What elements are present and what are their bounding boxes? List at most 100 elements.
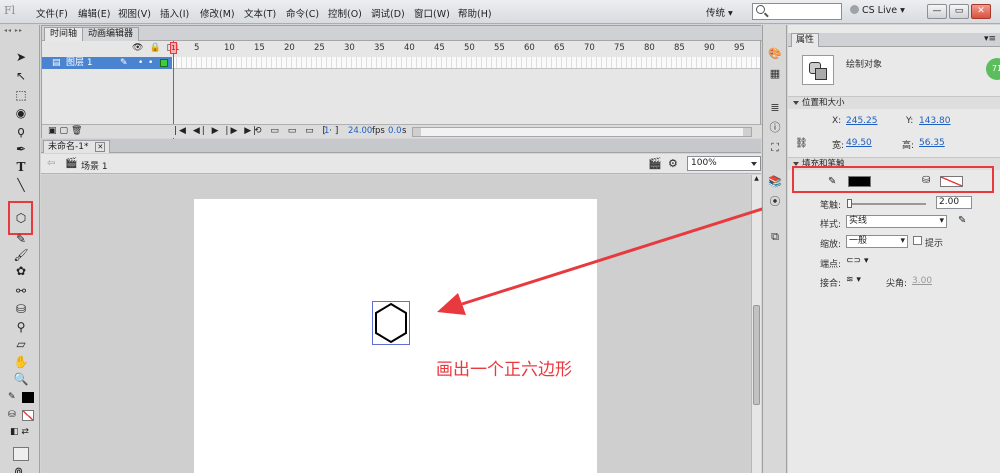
workspace-switcher[interactable]: 传统 ▾: [706, 5, 733, 19]
timeline-hscrollbar[interactable]: [412, 127, 752, 137]
swatches-panel-icon[interactable]: ▦: [768, 67, 782, 80]
hexagon-shape[interactable]: [372, 301, 410, 345]
close-button[interactable]: ✕: [971, 4, 991, 19]
back-arrow-icon[interactable]: ⇦: [47, 158, 55, 169]
menu-modify[interactable]: 修改(M): [200, 6, 235, 20]
miter-value[interactable]: 3.00: [912, 276, 932, 286]
subselection-tool-icon[interactable]: ↖: [10, 68, 32, 84]
scroll-thumb[interactable]: [753, 305, 760, 405]
position-size-header[interactable]: 位置和大小: [788, 96, 1000, 109]
stage[interactable]: [194, 199, 597, 473]
time-value[interactable]: 0.0: [388, 126, 402, 136]
layer-row[interactable]: ▤ 图层 1 ✎ • •: [42, 57, 172, 69]
fill-color-swatch[interactable]: [22, 410, 34, 421]
frame-grid[interactable]: [172, 57, 760, 69]
scroll-right-arrow[interactable]: [743, 128, 751, 136]
selection-tool-icon[interactable]: ➤: [10, 49, 32, 65]
components-panel-icon[interactable]: ⧉: [768, 230, 782, 243]
scroll-left-arrow[interactable]: [413, 128, 421, 136]
brush-tool-icon[interactable]: 🖌: [10, 247, 32, 263]
scroll-up-arrow[interactable]: ▲: [753, 175, 760, 185]
hand-tool-icon[interactable]: ✋: [10, 354, 32, 370]
maximize-button[interactable]: ▭: [949, 4, 969, 19]
snap-magnet-icon[interactable]: ⋒: [14, 465, 23, 473]
menu-insert[interactable]: 插入(I): [160, 6, 189, 20]
menu-text[interactable]: 文本(T): [244, 6, 276, 20]
height-value[interactable]: 56.35: [919, 138, 945, 148]
playhead-handle[interactable]: 1: [170, 42, 177, 54]
zoom-select[interactable]: 100%: [687, 156, 761, 171]
width-value[interactable]: 49.50: [846, 138, 872, 148]
width-label: 宽:: [832, 141, 845, 151]
library-panel-icon[interactable]: 📚: [768, 175, 782, 188]
swap-colors-icon[interactable]: ◧ ⇄: [10, 427, 29, 437]
fps-value[interactable]: 24.00: [348, 126, 372, 136]
close-icon[interactable]: ✕: [95, 142, 106, 152]
ruler-number: 80: [644, 43, 655, 53]
edit-scene-icon[interactable]: 🎬: [648, 157, 662, 170]
visibility-dot[interactable]: •: [138, 57, 143, 69]
link-icon[interactable]: ⛓: [795, 138, 808, 149]
cap-select[interactable]: ⊂⊃ ▾: [846, 256, 868, 266]
stroke-width-slider[interactable]: [847, 199, 926, 208]
outline-color-box[interactable]: [160, 59, 168, 67]
transform-panel-icon[interactable]: ⛶: [768, 141, 782, 154]
current-frame[interactable]: 1: [324, 126, 329, 136]
lock-dot[interactable]: •: [148, 57, 153, 69]
scale-select[interactable]: 一般 ▾: [846, 235, 908, 248]
free-transform-tool-icon[interactable]: ⬚: [10, 87, 32, 103]
menu-commands[interactable]: 命令(C): [286, 6, 319, 20]
x-value[interactable]: 245.25: [846, 116, 878, 126]
3d-rotation-tool-icon[interactable]: ◉: [10, 105, 32, 121]
pencil-tool-icon[interactable]: ✎: [10, 231, 32, 247]
cs-live-button[interactable]: CS Live ▾: [850, 5, 905, 16]
menu-control[interactable]: 控制(O): [328, 6, 362, 20]
layer-buttons[interactable]: ▣▢🗑: [48, 126, 85, 136]
search-input[interactable]: [769, 5, 839, 18]
document-tab[interactable]: 未命名-1* ✕: [43, 140, 111, 153]
y-value[interactable]: 143.80: [919, 116, 951, 126]
stroke-width-input[interactable]: 2.00: [936, 196, 972, 209]
bone-tool-icon[interactable]: ⚯: [10, 283, 32, 299]
tab-motion-editor[interactable]: 动画编辑器: [82, 27, 140, 41]
frame-ruler[interactable]: 1 5 10 15 20 25 30 35 40 45 50 55 60 65 …: [172, 43, 760, 55]
object-drawing-icon[interactable]: [13, 447, 29, 461]
menu-edit[interactable]: 编辑(E): [78, 6, 110, 20]
stroke-color-swatch[interactable]: [22, 392, 34, 403]
stage-vscrollbar[interactable]: ▲: [751, 175, 761, 473]
pasteboard[interactable]: [41, 175, 751, 473]
eraser-tool-icon[interactable]: ▱: [10, 336, 32, 352]
join-select[interactable]: ≋ ▾: [846, 275, 861, 285]
panel-menu-icon[interactable]: ▾≡: [984, 34, 996, 44]
paint-bucket-tool-icon[interactable]: ⛁: [10, 301, 32, 317]
zoom-tool-icon[interactable]: 🔍: [10, 371, 32, 387]
edit-symbols-icon[interactable]: ⚙: [668, 157, 678, 170]
color-panel-icon[interactable]: 🎨: [768, 47, 782, 60]
minimize-button[interactable]: —: [927, 4, 947, 19]
info-panel-icon[interactable]: ⓘ: [768, 121, 782, 134]
slider-handle[interactable]: [847, 199, 852, 208]
menu-help[interactable]: 帮助(H): [458, 6, 492, 20]
menu-file[interactable]: 文件(F): [36, 6, 68, 20]
align-panel-icon[interactable]: ≣: [768, 101, 782, 114]
edit-stroke-style-icon[interactable]: ✎: [958, 215, 966, 226]
lasso-tool-icon[interactable]: ϙ: [10, 123, 32, 139]
tab-properties[interactable]: 属性: [791, 33, 820, 47]
panel-grip[interactable]: ◂◂ ▸▸: [4, 27, 36, 34]
tab-timeline[interactable]: 时间轴: [44, 27, 84, 41]
eye-icon[interactable]: 👁: [132, 43, 149, 53]
hint-checkbox[interactable]: [913, 236, 922, 245]
text-tool-icon[interactable]: T: [10, 159, 32, 175]
pen-tool-icon[interactable]: ✒: [10, 141, 32, 157]
lock-icon[interactable]: 🔒: [149, 43, 166, 53]
menu-debug[interactable]: 调试(D): [371, 6, 405, 20]
line-tool-icon[interactable]: ╲: [10, 177, 32, 193]
stroke-style-select[interactable]: 实线 ▾: [846, 215, 947, 228]
eyedropper-tool-icon[interactable]: ⚲: [10, 319, 32, 335]
playback-controls[interactable]: |◀ ◀| ▶ |▶ ▶|: [174, 126, 258, 136]
deco-tool-icon[interactable]: ✿: [10, 263, 32, 279]
menu-view[interactable]: 视图(V): [118, 6, 151, 20]
help-search-field[interactable]: [752, 3, 842, 20]
menu-window[interactable]: 窗口(W): [414, 6, 450, 20]
motion-presets-icon[interactable]: ⦿: [768, 195, 782, 208]
